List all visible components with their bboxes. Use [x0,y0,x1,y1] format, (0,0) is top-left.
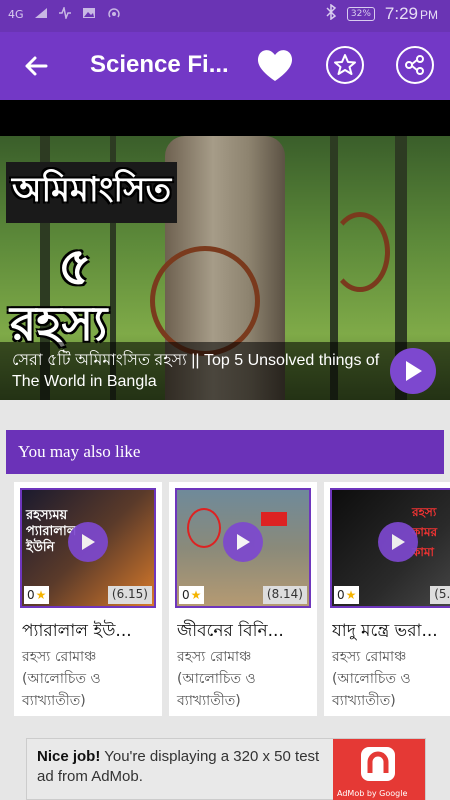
video-card[interactable]: 0 ★ (8.14) জীবনের বিনি... রহস্য রোমাঞ্চ (… [169,482,317,716]
page-title: Science Fi... [90,51,229,78]
section-header: You may also like [6,430,444,474]
ad-banner[interactable]: Nice job! You're displaying a 320 x 50 t… [26,738,426,800]
admob-logo: AdMob by Google [333,739,425,800]
video-player[interactable]: অমিমাংসিত ৫ রহস্য সেরা ৫টি অমিমাংসিত রহস… [0,100,450,400]
duration-badge: (5.7 [430,586,450,604]
section-title: You may also like [18,442,141,461]
play-icon[interactable] [68,522,108,562]
ad-brand: AdMob by Google [337,789,408,798]
ad-text: Nice job! You're displaying a 320 x 50 t… [37,748,320,785]
card-title: প্যারালাল ইউ... [22,621,132,641]
video-caption: সেরা ৫টি অমিমাংসিত রহস্য || Top 5 Unsolv… [12,352,380,390]
activity-icon [58,5,72,22]
card-thumbnail-text: রহস্য কামর কামা [412,505,438,559]
related-videos-list: রহস্যময় প্যারালাল ইউনি 0 ★ (6.15) প্যারা… [14,482,450,716]
star-icon: ★ [190,588,202,602]
image-icon [82,7,96,22]
card-thumbnail: রহস্যময় প্যারালাল ইউনি 0 ★ (6.15) [20,488,156,608]
video-card[interactable]: রহস্য কামর কামা 0★ (5.7 যাদু মন্ত্রে ভরা… [324,482,450,716]
hotspot-icon [106,6,122,23]
card-category: রহস্য রোমাঞ্চ (আলোচিত ও ব্যাখ্যাতীত) [22,649,101,709]
card-thumbnail: 0 ★ (8.14) [175,488,311,608]
thumbnail-text-line1: অমিমাংসিত [6,162,178,223]
duration-badge: (6.15) [107,586,152,604]
star-icon: ★ [35,588,47,602]
play-icon[interactable] [378,522,418,562]
duration-badge: (8.14) [262,586,307,604]
video-card[interactable]: রহস্যময় প্যারালাল ইউনি 0 ★ (6.15) প্যারা… [14,482,162,716]
bluetooth-icon [325,3,337,24]
card-category: রহস্য রোমাঞ্চ (আলোচিত ও ব্যাখ্যাতীত) [332,649,411,709]
clock: 7:29 PM [384,4,438,23]
status-bar: 4G 32% 7:29 PM [0,0,450,32]
rating-badge: 0 ★ [179,586,205,604]
play-icon[interactable] [223,522,263,562]
star-icon: ★ [345,588,357,602]
network-type: 4G [8,8,24,21]
share-icon[interactable] [396,46,434,84]
star-icon[interactable] [326,46,364,84]
signal-icon [34,7,48,22]
admob-icon [361,747,395,781]
app-bar: Science Fi... [0,32,450,100]
card-title: জীবনের বিনি... [177,621,284,641]
card-category: রহস্য রোমাঞ্চ (আলোচিত ও ব্যাখ্যাতীত) [177,649,256,709]
video-caption-bar: সেরা ৫টি অমিমাংসিত রহস্য || Top 5 Unsolv… [0,342,450,400]
card-thumbnail: রহস্য কামর কামা 0★ (5.7 [330,488,450,608]
play-icon[interactable] [390,348,436,394]
arrow-left-icon[interactable] [20,50,52,82]
rating-badge: 0 ★ [24,586,50,604]
heart-icon[interactable] [255,46,295,84]
battery-indicator: 32% [346,7,375,21]
rating-badge: 0 ★ [334,586,360,604]
card-title: যাদু মন্ত্রে ভরা... [332,621,438,641]
